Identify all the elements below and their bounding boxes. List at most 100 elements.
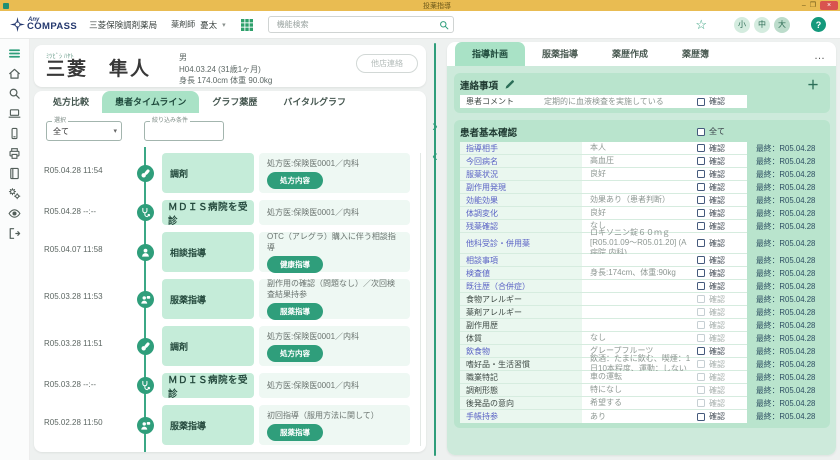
- row-label[interactable]: 検査値: [460, 267, 582, 279]
- search-input[interactable]: [275, 19, 439, 30]
- right-panel-tab[interactable]: 薬歴作成: [595, 42, 665, 66]
- expand-panel-chevron-icon[interactable]: ›: [426, 117, 444, 135]
- row-main: 指導相手本人確認: [460, 142, 747, 155]
- timeline-entry-type[interactable]: 調剤: [162, 326, 254, 366]
- left-panel-tab[interactable]: バイタルグラフ: [270, 91, 359, 113]
- confirm-checkbox[interactable]: [697, 98, 705, 106]
- row-label[interactable]: 残薬確認: [460, 220, 582, 232]
- row-label[interactable]: 副作用発現: [460, 181, 582, 193]
- confirm-checkbox[interactable]: [697, 373, 705, 381]
- font-size-button[interactable]: 小: [734, 17, 750, 33]
- right-panel-tab[interactable]: 服薬指導: [525, 42, 595, 66]
- confirm-checkbox[interactable]: [697, 256, 705, 264]
- search-icon[interactable]: [8, 87, 21, 100]
- confirm-checkbox[interactable]: [697, 183, 705, 191]
- row-label[interactable]: 相談事項: [460, 254, 582, 266]
- home-icon[interactable]: [8, 67, 21, 80]
- confirm-checkbox[interactable]: [697, 269, 705, 277]
- last-date: R05.04.28: [779, 157, 815, 166]
- confirm-checkbox[interactable]: [697, 295, 705, 303]
- timeline-entry-type[interactable]: 服薬指導: [162, 405, 254, 445]
- logout-icon[interactable]: [8, 227, 21, 240]
- journal-icon[interactable]: [8, 167, 21, 180]
- timeline-entry-type[interactable]: 相談指導: [162, 232, 254, 272]
- mobile-icon[interactable]: [8, 127, 21, 140]
- row-label[interactable]: 既往歴（合併症）: [460, 280, 582, 292]
- timeline-entry-type[interactable]: 服薬指導: [162, 279, 254, 319]
- confirm-checkbox[interactable]: [697, 347, 705, 355]
- collapse-panel-chevron-icon[interactable]: ‹: [426, 147, 444, 165]
- row-label[interactable]: 飲食物: [460, 345, 582, 357]
- confirm-checkbox[interactable]: [697, 360, 705, 368]
- row-label: 職業特記: [460, 371, 582, 383]
- user-menu[interactable]: 薬剤師 憂太 ▾: [171, 19, 226, 31]
- row-label[interactable]: 効能効果: [460, 194, 582, 206]
- left-panel-tab[interactable]: 処方比較: [40, 91, 102, 113]
- apps-grid-icon[interactable]: [240, 18, 254, 32]
- confirm-checkbox[interactable]: [697, 144, 705, 152]
- confirm-checkbox[interactable]: [697, 157, 705, 165]
- timeline-filter-select[interactable]: 選択 全て ▾: [46, 121, 122, 141]
- patient-name: 三菱 隼人: [46, 60, 151, 81]
- timeline-detail-button[interactable]: 処方内容: [267, 172, 323, 189]
- left-panel-tab[interactable]: 患者タイムライン: [102, 91, 199, 113]
- confirm-checkbox[interactable]: [697, 196, 705, 204]
- row-label[interactable]: 指導相手: [460, 142, 582, 154]
- last-prefix: 最終：: [756, 372, 779, 383]
- font-size-button[interactable]: 中: [754, 17, 770, 33]
- confirm-checkbox[interactable]: [697, 413, 705, 421]
- confirm-checkbox[interactable]: [697, 334, 705, 342]
- search-icon[interactable]: [439, 20, 449, 30]
- minimize-button[interactable]: –: [802, 1, 806, 10]
- timeline-filter-input-box: 絞り込み条件: [144, 121, 224, 141]
- timeline-detail-button[interactable]: 処方内容: [267, 345, 323, 362]
- confirm-checkbox[interactable]: [697, 282, 705, 290]
- row-label[interactable]: 今回病名: [460, 155, 582, 167]
- timeline-detail-button[interactable]: 健康指導: [267, 256, 323, 273]
- printer-icon[interactable]: [8, 147, 21, 160]
- scrollbar-track[interactable]: [420, 153, 421, 446]
- row-label[interactable]: 服薬状況: [460, 168, 582, 180]
- confirm-label: 確認: [709, 169, 725, 180]
- left-sidebar: [0, 39, 30, 460]
- timeline-entry-type[interactable]: ＭＤＩＳ病院を受診: [162, 373, 254, 398]
- confirm-checkbox[interactable]: [697, 399, 705, 407]
- favorite-star-icon[interactable]: ☆: [695, 18, 707, 31]
- row-label[interactable]: 体調変化: [460, 207, 582, 219]
- other-store-contact-button[interactable]: 他店連絡: [356, 54, 418, 73]
- eye-icon[interactable]: [8, 207, 21, 220]
- more-menu-icon[interactable]: …: [814, 46, 826, 66]
- laptop-icon[interactable]: [8, 107, 21, 120]
- help-icon[interactable]: ?: [811, 17, 826, 32]
- row-label[interactable]: 他科受診・併用薬: [460, 233, 582, 253]
- timeline-entry-type[interactable]: 調剤: [162, 153, 254, 193]
- close-button[interactable]: ×: [820, 1, 838, 10]
- add-note-button[interactable]: ＋: [807, 79, 819, 91]
- check-all-checkbox[interactable]: [697, 128, 705, 136]
- basic-check-row: 指導相手本人確認最終：R05.04.28: [460, 142, 825, 155]
- left-panel-tab[interactable]: グラフ薬歴: [199, 91, 270, 113]
- right-panel-tab[interactable]: 薬歴簿: [665, 42, 726, 66]
- font-size-button[interactable]: 大: [774, 17, 790, 33]
- basic-check-row: 手帳持参あり確認最終：R05.04.28: [460, 410, 825, 423]
- confirm-checkbox[interactable]: [697, 209, 705, 217]
- row-label[interactable]: 手帳持参: [460, 410, 582, 423]
- confirm-checkbox[interactable]: [697, 321, 705, 329]
- timeline-entry-type[interactable]: ＭＤＩＳ病院を受診: [162, 200, 254, 225]
- last-prefix: 最終：: [756, 268, 779, 279]
- window-title: 投薬指導: [423, 1, 451, 11]
- confirm-checkbox[interactable]: [697, 308, 705, 316]
- confirm-checkbox[interactable]: [697, 386, 705, 394]
- maximize-button[interactable]: ❐: [810, 1, 816, 10]
- confirm-checkbox[interactable]: [697, 239, 705, 247]
- filter-input[interactable]: [145, 127, 223, 136]
- confirm-checkbox[interactable]: [697, 222, 705, 230]
- confirm-checkbox[interactable]: [697, 170, 705, 178]
- menu-icon[interactable]: [8, 47, 21, 60]
- last-date: R05.04.28: [779, 334, 815, 343]
- timeline-detail-button[interactable]: 服薬指導: [267, 303, 323, 320]
- timeline-detail-button[interactable]: 服薬指導: [267, 424, 323, 441]
- gears-icon[interactable]: [8, 187, 21, 200]
- edit-pencil-icon[interactable]: [504, 79, 515, 90]
- right-panel-tab[interactable]: 指導計画: [455, 42, 525, 66]
